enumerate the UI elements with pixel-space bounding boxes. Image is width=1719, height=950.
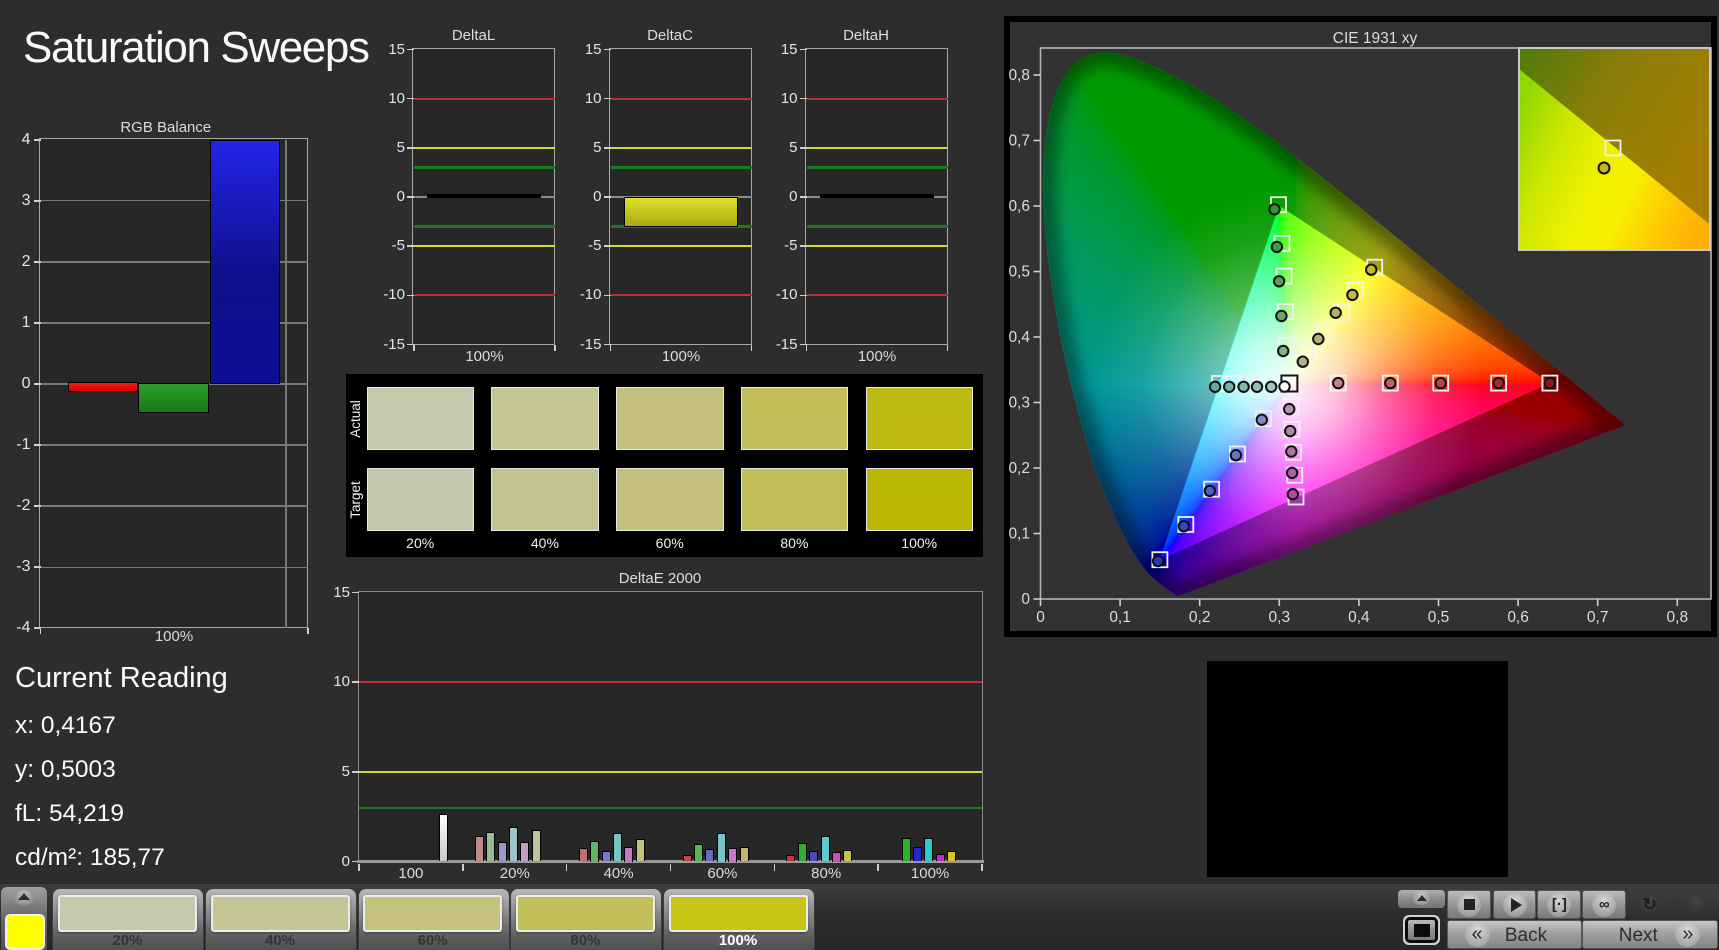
svg-text:0,3: 0,3 (1269, 609, 1291, 626)
svg-text:0,8: 0,8 (1667, 609, 1689, 626)
svg-text:0,4: 0,4 (1348, 609, 1370, 626)
svg-text:0,2: 0,2 (1008, 460, 1030, 477)
svg-text:0,7: 0,7 (1008, 133, 1030, 150)
svg-text:0,1: 0,1 (1109, 609, 1131, 626)
svg-text:0,2: 0,2 (1189, 609, 1211, 626)
svg-text:0,5: 0,5 (1428, 609, 1450, 626)
svg-text:0,6: 0,6 (1507, 609, 1529, 626)
svg-text:0,4: 0,4 (1008, 329, 1030, 346)
svg-text:0,8: 0,8 (1008, 67, 1030, 84)
svg-text:CIE 1931 xy: CIE 1931 xy (1333, 30, 1418, 47)
svg-text:0: 0 (1021, 591, 1030, 608)
svg-text:0,7: 0,7 (1587, 609, 1609, 626)
svg-text:0,6: 0,6 (1008, 198, 1030, 215)
svg-text:0,1: 0,1 (1008, 526, 1030, 543)
svg-text:0: 0 (1036, 609, 1045, 626)
svg-text:0,3: 0,3 (1008, 395, 1030, 412)
svg-text:0,5: 0,5 (1008, 264, 1030, 281)
